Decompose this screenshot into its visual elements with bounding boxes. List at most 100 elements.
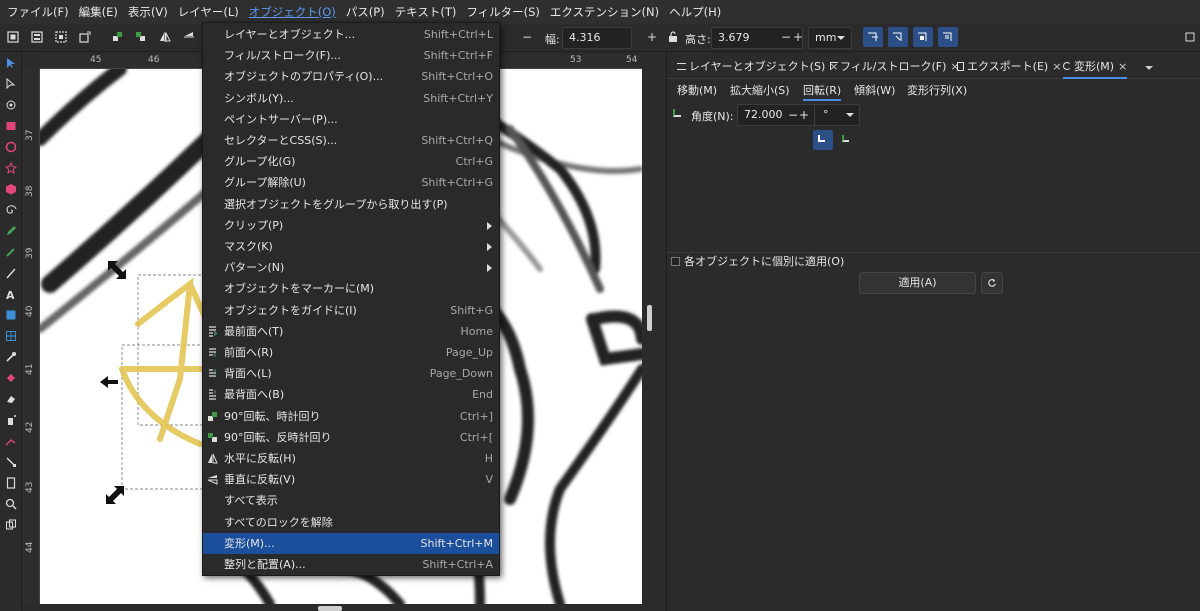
- move-gradients-icon[interactable]: [913, 27, 933, 47]
- pencil-tool-icon[interactable]: [4, 224, 18, 238]
- menu-item-23[interactable]: すべて表示: [203, 490, 499, 511]
- zoom-tool-icon[interactable]: [4, 497, 18, 511]
- dropper-tool-icon[interactable]: [4, 350, 18, 364]
- move-patterns-icon[interactable]: [938, 27, 958, 47]
- height-increment-button[interactable]: +: [793, 30, 803, 44]
- menu-item-6[interactable]: セレクターとCSS(S)... Shift+Ctrl+Q: [203, 130, 499, 151]
- unit-select[interactable]: mm: [808, 27, 852, 49]
- menu-item-2[interactable]: フィル/ストローク(F)... Shift+Ctrl+F: [203, 45, 499, 66]
- sub-tab-matrix[interactable]: 変形行列(X): [907, 81, 967, 101]
- tab-overflow-chevron-icon[interactable]: [1145, 66, 1153, 70]
- menu-item-22[interactable]: 垂直に反転(V) V: [203, 469, 499, 490]
- eraser-tool-icon[interactable]: [4, 392, 18, 406]
- apply-each-checkbox[interactable]: 各オブジェクトに個別に適用(O): [671, 254, 844, 270]
- menu-extensions[interactable]: エクステンション(N): [547, 0, 662, 24]
- width-field[interactable]: 4.316: [562, 27, 632, 49]
- tab-export[interactable]: エクスポート(E) ×: [957, 55, 1061, 79]
- select-all-layers-icon[interactable]: [30, 30, 44, 44]
- rotate-ccw-90-icon[interactable]: [110, 30, 124, 44]
- menu-item-1[interactable]: レイヤーとオブジェクト... Shift+Ctrl+L: [203, 24, 499, 45]
- sub-tab-scale[interactable]: 拡大縮小(S): [730, 81, 790, 101]
- 3d-box-tool-icon[interactable]: [4, 182, 18, 196]
- spiral-tool-icon[interactable]: [4, 203, 18, 217]
- menu-item-15[interactable]: 最前面へ(T) Home: [203, 321, 499, 342]
- star-tool-icon[interactable]: [4, 161, 18, 175]
- tweak-tool-icon[interactable]: [4, 98, 18, 112]
- menu-item-14[interactable]: オブジェクトをガイドに(I) Shift+G: [203, 300, 499, 321]
- rotate-ccw-button[interactable]: [813, 130, 833, 150]
- menu-item-10[interactable]: クリップ(P): [203, 215, 499, 236]
- measure-tool-icon[interactable]: [4, 518, 18, 532]
- menu-item-21[interactable]: 水平に反転(H) H: [203, 448, 499, 469]
- scroll-thumb[interactable]: [318, 606, 342, 611]
- menu-item-8[interactable]: グループ解除(U) Shift+Ctrl+G: [203, 172, 499, 193]
- menu-object[interactable]: オブジェクト(O): [246, 0, 339, 24]
- menu-view[interactable]: 表示(V): [125, 0, 171, 24]
- spray-tool-icon[interactable]: [4, 413, 18, 427]
- scale-stroke-icon[interactable]: [863, 27, 883, 47]
- deselect-icon[interactable]: [54, 30, 68, 44]
- menu-item-7[interactable]: グループ化(G) Ctrl+G: [203, 151, 499, 172]
- menu-file[interactable]: ファイル(F): [4, 0, 72, 24]
- node-tool-icon[interactable]: [4, 77, 18, 91]
- lock-ratio-icon[interactable]: [666, 30, 680, 44]
- menu-item-17[interactable]: 背面へ(L) Page_Down: [203, 363, 499, 384]
- touch-select-icon[interactable]: [78, 30, 92, 44]
- gradient-tool-icon[interactable]: [4, 308, 18, 322]
- rectangle-tool-icon[interactable]: [4, 119, 18, 133]
- width-increment-button[interactable]: +: [647, 30, 657, 44]
- sub-tab-skew[interactable]: 傾斜(W): [854, 81, 895, 101]
- scroll-thumb[interactable]: [647, 305, 652, 331]
- sub-tab-move[interactable]: 移動(M): [677, 81, 717, 101]
- flip-horizontal-icon[interactable]: [158, 30, 172, 44]
- x-decrement-button[interactable]: −: [522, 30, 532, 44]
- reset-button[interactable]: [981, 272, 1003, 294]
- mesh-tool-icon[interactable]: [4, 329, 18, 343]
- sub-tab-rotate[interactable]: 回転(R): [803, 81, 842, 101]
- menu-item-11[interactable]: マスク(K): [203, 236, 499, 257]
- pen-tool-icon[interactable]: [4, 245, 18, 259]
- apply-button[interactable]: 適用(A): [859, 272, 976, 294]
- menu-item-13[interactable]: オブジェクトをマーカーに(M): [203, 278, 499, 299]
- angle-decrement-button[interactable]: −: [788, 105, 798, 125]
- menu-item-18[interactable]: 最背面へ(B) End: [203, 384, 499, 405]
- flip-vertical-icon[interactable]: [182, 30, 196, 44]
- menu-item-5[interactable]: ペイントサーバー(P)...: [203, 109, 499, 130]
- menu-item-3[interactable]: オブジェクトのプロパティ(O)... Shift+Ctrl+O: [203, 66, 499, 87]
- scale-corners-icon[interactable]: [888, 27, 908, 47]
- horizontal-scrollbar[interactable]: [22, 604, 656, 611]
- selector-tool-icon[interactable]: [4, 56, 18, 70]
- vertical-scrollbar[interactable]: [644, 55, 656, 604]
- lpe-tool-icon[interactable]: [4, 434, 18, 448]
- menu-item-25[interactable]: 変形(M)... Shift+Ctrl+M: [203, 532, 499, 554]
- menu-filters[interactable]: フィルター(S): [463, 0, 543, 24]
- select-all-icon[interactable]: [6, 30, 20, 44]
- menu-text[interactable]: テキスト(T): [392, 0, 460, 24]
- paint-bucket-tool-icon[interactable]: [4, 371, 18, 385]
- text-tool-icon[interactable]: A: [4, 287, 18, 301]
- menu-item-4[interactable]: シンボル(Y)... Shift+Ctrl+Y: [203, 88, 499, 109]
- height-decrement-button[interactable]: −: [781, 30, 791, 44]
- menu-item-26[interactable]: 整列と配置(A)... Shift+Ctrl+A: [203, 554, 499, 575]
- menu-item-20[interactable]: 90°回転、反時計回り Ctrl+[: [203, 427, 499, 448]
- tab-layers-objects[interactable]: レイヤーとオブジェクト(S) ×: [677, 55, 838, 79]
- connector-tool-icon[interactable]: [4, 455, 18, 469]
- menu-item-16[interactable]: 前面へ(R) Page_Up: [203, 342, 499, 363]
- menu-item-9[interactable]: 選択オブジェクトをグループから取り出す(P): [203, 194, 499, 215]
- close-icon[interactable]: ×: [1052, 60, 1061, 73]
- tab-fill-stroke[interactable]: フィル/ストローク(F) ×: [830, 55, 960, 79]
- pages-tool-icon[interactable]: [4, 476, 18, 490]
- menu-layer[interactable]: レイヤー(L): [175, 0, 242, 24]
- menu-edit[interactable]: 編集(E): [76, 0, 121, 24]
- checkbox-box[interactable]: [671, 257, 680, 266]
- calligraphy-tool-icon[interactable]: [4, 266, 18, 280]
- angle-unit-select[interactable]: °: [814, 104, 860, 126]
- angle-increment-button[interactable]: +: [799, 105, 809, 125]
- close-icon[interactable]: ×: [1118, 60, 1127, 73]
- menu-item-19[interactable]: 90°回転、時計回り Ctrl+]: [203, 406, 499, 427]
- menu-item-12[interactable]: パターン(N): [203, 257, 499, 278]
- ellipse-tool-icon[interactable]: [4, 140, 18, 154]
- menu-path[interactable]: パス(P): [343, 0, 388, 24]
- menu-help[interactable]: ヘルプ(H): [666, 0, 724, 24]
- menu-item-24[interactable]: すべてのロックを解除: [203, 512, 499, 533]
